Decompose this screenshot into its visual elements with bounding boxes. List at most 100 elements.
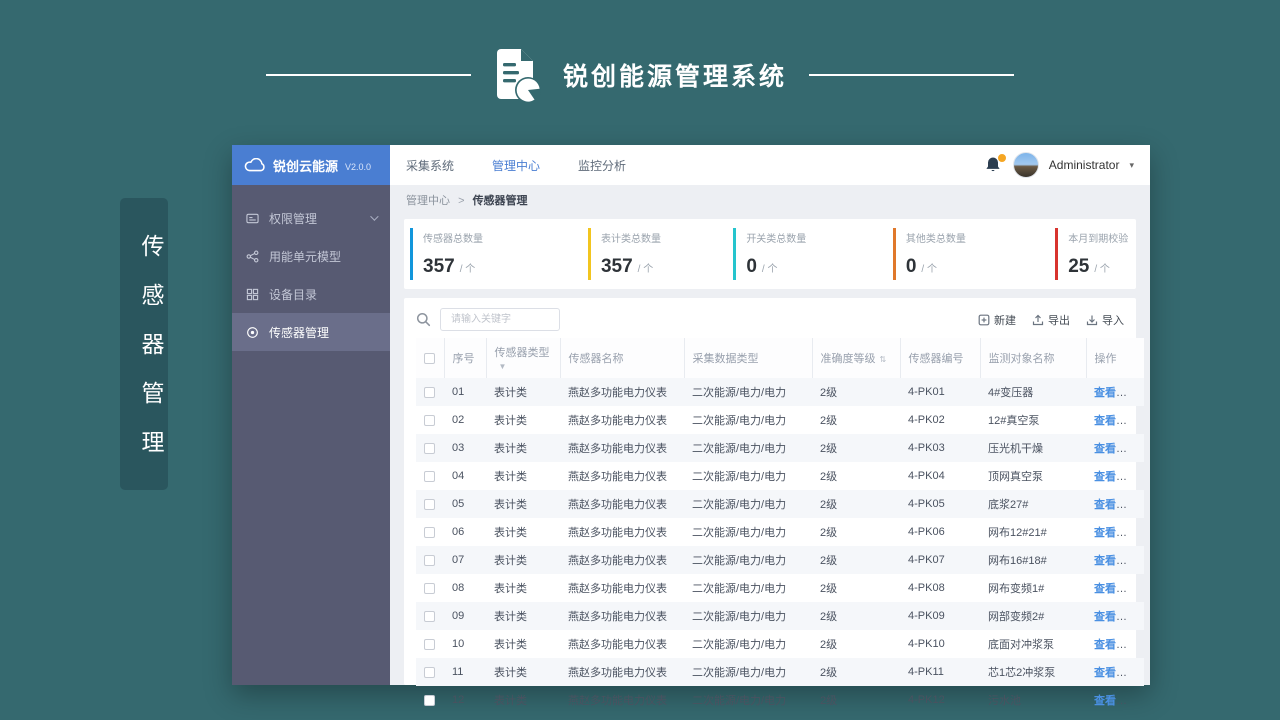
user-caret-down-icon[interactable]: ▾	[1129, 160, 1134, 171]
sidebar-item-sensor-management[interactable]: 传感器管理	[232, 313, 390, 351]
view-link[interactable]: 查看	[1094, 527, 1116, 539]
col-sensor-type[interactable]: 传感器类型▼	[485, 338, 560, 378]
delete-link[interactable]: 删除	[1125, 639, 1144, 651]
delete-link[interactable]: 删除	[1125, 667, 1144, 679]
new-document-icon	[978, 314, 990, 325]
tab-monitoring-analysis[interactable]: 监控分析	[578, 157, 626, 174]
cell-sensor-code: 4-PK01	[908, 386, 945, 398]
cell-sensor-name: 燕赵多功能电力仪表	[568, 471, 667, 483]
vertical-page-tag: 传感器管理	[120, 198, 168, 490]
cell-index: 02	[452, 414, 465, 426]
cell-accuracy-grade: 2级	[820, 471, 838, 483]
notification-bell-button[interactable]	[985, 153, 1007, 174]
select-all-checkbox[interactable]	[424, 352, 435, 364]
row-checkbox[interactable]	[424, 638, 435, 650]
row-checkbox[interactable]	[424, 498, 435, 510]
row-checkbox[interactable]	[424, 470, 435, 482]
sidebar: 锐创云能源 V2.0.0 权限管理 用能单元模型 设备目录 传感器管理	[232, 145, 390, 685]
search-input[interactable]	[440, 308, 560, 331]
delete-link[interactable]: 删除	[1125, 443, 1144, 455]
table-row: 01 表计类 燕赵多功能电力仪表 二次能源/电力/电力 2级 4-PK01 4#…	[416, 378, 1144, 406]
view-link[interactable]: 查看	[1094, 695, 1116, 707]
delete-link[interactable]: 删除	[1125, 695, 1144, 707]
sidebar-item-label: 用能单元模型	[269, 249, 342, 264]
cell-monitored-object: 顶网真空泵	[988, 471, 1043, 483]
chevron-down-icon	[370, 212, 379, 221]
avatar[interactable]	[1012, 152, 1039, 178]
delete-link[interactable]: 删除	[1125, 527, 1144, 539]
view-link[interactable]: 查看	[1094, 611, 1116, 623]
cell-accuracy-grade: 2级	[820, 555, 838, 567]
sidebar-item-energy-unit-model[interactable]: 用能单元模型	[232, 237, 390, 275]
view-link[interactable]: 查看	[1094, 415, 1116, 427]
view-link[interactable]: 查看	[1094, 555, 1116, 567]
sort-icon[interactable]: ⇅	[880, 355, 887, 364]
cell-data-type: 二次能源/电力/电力	[692, 583, 787, 595]
cell-sensor-name: 燕赵多功能电力仪表	[568, 695, 667, 707]
row-checkbox[interactable]	[424, 554, 435, 566]
cell-index: 06	[452, 526, 465, 538]
delete-link[interactable]: 删除	[1125, 583, 1144, 595]
delete-link[interactable]: 删除	[1125, 499, 1144, 511]
breadcrumb-parent[interactable]: 管理中心	[406, 195, 450, 207]
cell-accuracy-grade: 2级	[820, 695, 838, 707]
row-checkbox[interactable]	[424, 386, 435, 398]
row-checkbox[interactable]	[424, 582, 435, 594]
delete-link[interactable]: 删除	[1125, 387, 1144, 399]
row-checkbox[interactable]	[424, 666, 435, 678]
delete-link[interactable]: 删除	[1125, 471, 1144, 483]
cell-data-type: 二次能源/电力/电力	[692, 695, 787, 707]
cell-index: 10	[452, 638, 465, 650]
view-link[interactable]: 查看	[1094, 499, 1116, 511]
cell-sensor-code: 4-PK11	[908, 666, 944, 678]
delete-link[interactable]: 删除	[1125, 611, 1144, 623]
stat-value: 0	[905, 256, 917, 277]
tab-management-center[interactable]: 管理中心	[492, 157, 540, 174]
tab-collection-system[interactable]: 采集系统	[406, 157, 454, 174]
cell-data-type: 二次能源/电力/电力	[692, 527, 787, 539]
table-body: 01 表计类 燕赵多功能电力仪表 二次能源/电力/电力 2级 4-PK01 4#…	[416, 378, 1144, 714]
view-link[interactable]: 查看	[1094, 667, 1116, 679]
sidebar-item-device-catalog[interactable]: 设备目录	[232, 275, 390, 313]
cell-sensor-code: 4-PK05	[908, 498, 945, 510]
table-row: 03 表计类 燕赵多功能电力仪表 二次能源/电力/电力 2级 4-PK03 压光…	[416, 434, 1144, 462]
stat-unit: / 个	[637, 264, 654, 275]
stat-due-calibration: 本月到期校验 25 / 个	[1055, 228, 1132, 280]
decorative-line-right	[809, 74, 1014, 76]
cell-monitored-object: 网部变频2#	[988, 611, 1045, 623]
table-row: 12 表计类 燕赵多功能电力仪表 二次能源/电力/电力 2级 4-PK12 污水…	[416, 686, 1144, 714]
stat-unit: / 个	[761, 264, 778, 275]
cell-accuracy-grade: 2级	[820, 667, 838, 679]
row-checkbox[interactable]	[424, 526, 435, 538]
row-checkbox[interactable]	[424, 694, 435, 706]
filter-icon[interactable]: ▼	[499, 362, 507, 371]
view-link[interactable]: 查看	[1094, 639, 1116, 651]
view-link[interactable]: 查看	[1094, 443, 1116, 455]
cell-index: 12	[452, 694, 465, 706]
cell-sensor-code: 4-PK04	[908, 470, 945, 482]
col-accuracy-grade[interactable]: 准确度等级 ⇅	[811, 338, 900, 378]
row-checkbox[interactable]	[424, 442, 435, 454]
cell-index: 04	[452, 470, 465, 482]
stat-switch-total: 开关类总数量 0 / 个	[733, 228, 891, 280]
view-link[interactable]: 查看	[1094, 471, 1116, 483]
row-checkbox[interactable]	[424, 414, 435, 426]
cell-sensor-name: 燕赵多功能电力仪表	[568, 387, 667, 399]
app-version: V2.0.0	[345, 161, 372, 172]
cell-sensor-type: 表计类	[494, 639, 527, 651]
row-checkbox[interactable]	[424, 610, 435, 622]
import-button[interactable]: 导入	[1086, 312, 1124, 328]
sidebar-menu: 权限管理 用能单元模型 设备目录 传感器管理	[232, 185, 390, 351]
delete-link[interactable]: 删除	[1125, 555, 1144, 567]
table-row: 06 表计类 燕赵多功能电力仪表 二次能源/电力/电力 2级 4-PK06 网布…	[416, 518, 1144, 546]
view-link[interactable]: 查看	[1094, 387, 1116, 399]
view-link[interactable]: 查看	[1094, 583, 1116, 595]
delete-link[interactable]: 删除	[1125, 415, 1144, 427]
document-logo-icon	[496, 49, 541, 103]
cell-sensor-type: 表计类	[494, 527, 527, 539]
create-button[interactable]: 新建	[978, 312, 1016, 328]
export-button[interactable]: 导出	[1032, 312, 1070, 328]
stat-value: 357	[600, 256, 633, 277]
sidebar-item-permissions[interactable]: 权限管理	[232, 199, 390, 237]
table-row: 09 表计类 燕赵多功能电力仪表 二次能源/电力/电力 2级 4-PK09 网部…	[416, 602, 1144, 630]
